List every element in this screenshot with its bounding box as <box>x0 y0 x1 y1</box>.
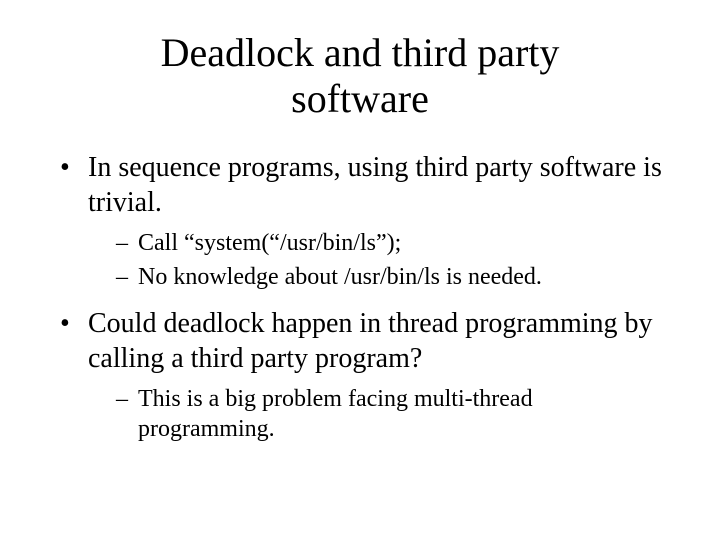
slide: Deadlock and third party software In seq… <box>0 0 720 540</box>
sub-bullet-text: This is a big problem facing multi-threa… <box>138 386 533 442</box>
bullet-text: Could deadlock happen in thread programm… <box>88 308 653 374</box>
bullet-text: In sequence programs, using third party … <box>88 152 662 218</box>
bullet-item: In sequence programs, using third party … <box>60 150 670 292</box>
sub-bullet-list: This is a big problem facing multi-threa… <box>88 384 670 444</box>
bullet-list: In sequence programs, using third party … <box>40 150 680 444</box>
sub-bullet-item: No knowledge about /usr/bin/ls is needed… <box>116 262 670 292</box>
bullet-item: Could deadlock happen in thread programm… <box>60 306 670 444</box>
sub-bullet-item: Call “system(“/usr/bin/ls”); <box>116 228 670 258</box>
sub-bullet-text: Call “system(“/usr/bin/ls”); <box>138 230 401 256</box>
slide-title: Deadlock and third party software <box>100 30 620 122</box>
sub-bullet-item: This is a big problem facing multi-threa… <box>116 384 670 444</box>
sub-bullet-text: No knowledge about /usr/bin/ls is needed… <box>138 264 542 290</box>
sub-bullet-list: Call “system(“/usr/bin/ls”); No knowledg… <box>88 228 670 292</box>
